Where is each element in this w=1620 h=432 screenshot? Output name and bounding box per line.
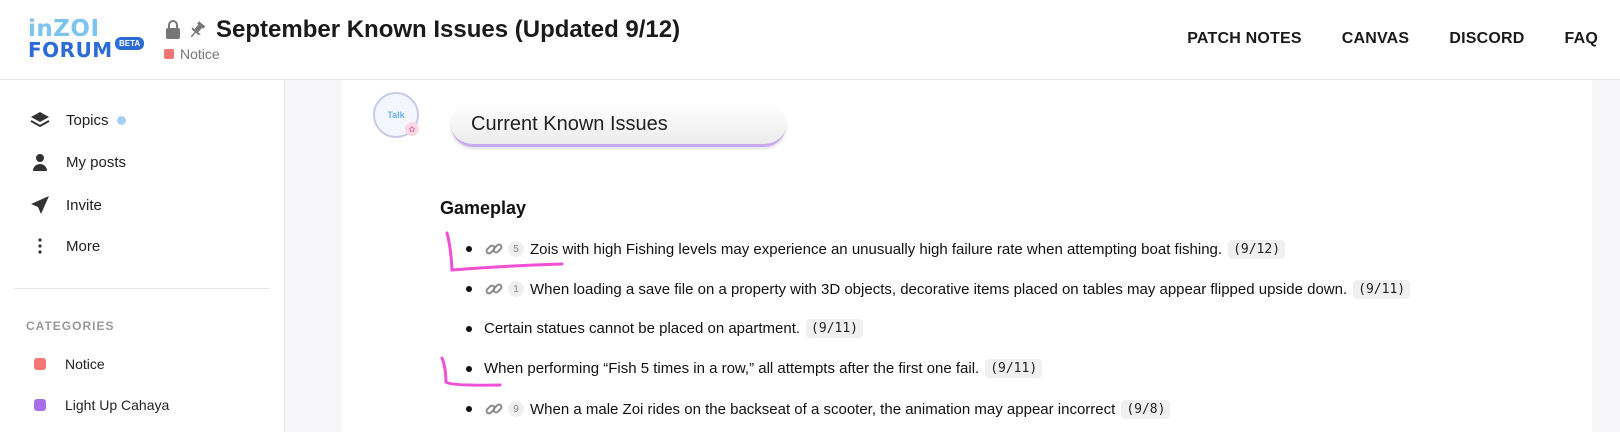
- bullet: [466, 246, 472, 252]
- pin-icon: [188, 20, 206, 40]
- sidebar-item-label: Invite: [66, 196, 102, 214]
- nav-canvas[interactable]: CANVAS: [1342, 30, 1410, 48]
- sidebar-divider: [14, 288, 270, 289]
- banner-text: Current Known Issues: [471, 113, 668, 135]
- list-item: 9 When a male Zoi rides on the backseat …: [466, 399, 1171, 419]
- issue-date: (9/11): [1353, 279, 1411, 299]
- issue-text: When loading a save file on a property w…: [530, 280, 1348, 298]
- category-color-swatch: [34, 399, 46, 411]
- issue-date: (9/8): [1121, 399, 1171, 419]
- logo-bottom-text: FORUM: [28, 38, 113, 62]
- lock-icon: [164, 20, 182, 40]
- paw-icon: ✿: [405, 122, 419, 136]
- bullet: [466, 406, 472, 412]
- list-item: 1 When loading a save file on a property…: [466, 279, 1411, 299]
- categories-header: CATEGORIES: [26, 319, 115, 333]
- sidebar-category-notice[interactable]: Notice: [34, 356, 105, 372]
- link-click-count: 5: [508, 241, 524, 257]
- issue-text: Zois with high Fishing levels may experi…: [530, 240, 1223, 258]
- beta-badge: BETA: [115, 37, 145, 50]
- issue-date: (9/12): [1228, 239, 1286, 259]
- nav-discord[interactable]: DISCORD: [1449, 30, 1524, 48]
- avatar-label: Talk: [387, 110, 405, 120]
- issue-text: When a male Zoi rides on the backseat of…: [530, 400, 1116, 418]
- list-item: Certain statues cannot be placed on apar…: [466, 319, 864, 338]
- issue-text: When performing “Fish 5 times in a row,”…: [484, 360, 980, 377]
- topic-category-badge[interactable]: Notice: [164, 46, 680, 62]
- top-header: inZOI FORUM BETA September Known Issues …: [0, 0, 1620, 80]
- category-color-swatch: [164, 49, 174, 59]
- sidebar-category-light-up-cahaya[interactable]: Light Up Cahaya: [34, 397, 169, 413]
- page-title[interactable]: September Known Issues (Updated 9/12): [216, 16, 680, 44]
- nav-patch-notes[interactable]: PATCH NOTES: [1187, 30, 1302, 48]
- link-icon[interactable]: [484, 399, 504, 419]
- sidebar: Topics My posts Invite More CATEGORIES N…: [0, 80, 285, 432]
- sidebar-item-label: My posts: [66, 153, 127, 171]
- user-icon: [30, 152, 50, 172]
- sidebar-item-my-posts[interactable]: My posts: [30, 152, 126, 172]
- author-avatar[interactable]: Talk ✿: [373, 92, 419, 138]
- section-banner: Current Known Issues: [451, 103, 786, 147]
- forum-logo[interactable]: inZOI FORUM BETA: [28, 16, 145, 64]
- link-icon[interactable]: [484, 239, 504, 259]
- section-heading: Gameplay: [440, 198, 527, 218]
- nav-faq[interactable]: FAQ: [1565, 30, 1599, 48]
- category-label: Light Up Cahaya: [65, 397, 170, 413]
- top-nav: PATCH NOTES CANVAS DISCORD FAQ: [1187, 30, 1598, 48]
- link-click-count: 1: [508, 281, 524, 297]
- unread-indicator: [116, 115, 126, 125]
- category-label: Notice: [65, 356, 105, 372]
- issue-date: (9/11): [985, 359, 1043, 378]
- vertical-dots-icon: [30, 236, 50, 256]
- sidebar-item-label: Topics: [66, 111, 109, 129]
- category-color-swatch: [34, 358, 46, 370]
- bullet: [466, 365, 472, 372]
- list-item: When performing “Fish 5 times in a row,”…: [466, 359, 1043, 378]
- sidebar-item-topics[interactable]: Topics: [30, 110, 126, 130]
- layers-icon: [30, 110, 50, 130]
- list-item: 5 Zois with high Fishing levels may expe…: [466, 239, 1286, 259]
- bullet: [466, 286, 472, 292]
- sidebar-item-invite[interactable]: Invite: [30, 195, 102, 215]
- bullet: [466, 325, 472, 332]
- sidebar-item-more[interactable]: More: [30, 236, 100, 256]
- issue-date: (9/11): [806, 319, 864, 338]
- sidebar-item-label: More: [66, 237, 101, 255]
- paper-plane-icon: [30, 195, 50, 215]
- issue-text: Certain statues cannot be placed on apar…: [484, 320, 801, 337]
- topic-category-label: Notice: [180, 46, 220, 62]
- topic-title-area: September Known Issues (Updated 9/12) No…: [164, 16, 680, 62]
- link-click-count: 9: [508, 401, 524, 417]
- link-icon[interactable]: [484, 279, 504, 299]
